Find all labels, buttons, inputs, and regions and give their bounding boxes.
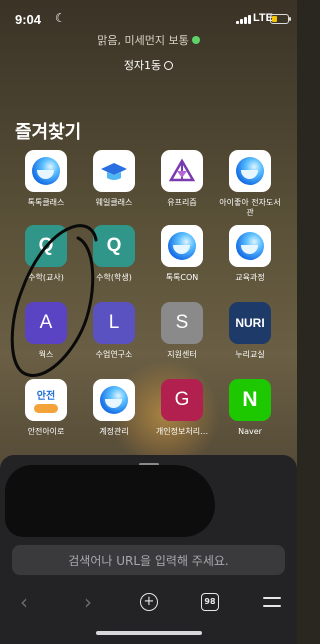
- favorite-works[interactable]: A 웍스: [14, 302, 78, 360]
- graduation-cap-icon: [93, 150, 135, 192]
- swirl-icon: [161, 225, 203, 267]
- favorite-label: 지원센터: [167, 350, 197, 359]
- favorite-label: 유프리즘: [167, 198, 197, 207]
- favorites-title: 즐겨찾기: [15, 122, 82, 143]
- prism-icon: [161, 150, 203, 192]
- nuri-icon: NURI: [229, 302, 271, 344]
- favorite-label: 웍스: [38, 350, 54, 359]
- browser-toolbar: ‹ › + 98: [0, 587, 297, 617]
- tab-count: 98: [201, 593, 219, 611]
- home-indicator[interactable]: [96, 631, 202, 635]
- favorite-label: 톡톡클래스: [27, 198, 65, 207]
- favorite-label: 계정관리: [99, 427, 129, 436]
- swirl-icon: [229, 225, 271, 267]
- location-label: 정자1동: [123, 59, 162, 72]
- battery-icon: [270, 14, 291, 24]
- redacted-scribble: [5, 465, 215, 537]
- favorite-label: 개인정보처리…: [155, 427, 209, 436]
- swirl-icon: [229, 150, 271, 192]
- status-time: 9:04: [15, 12, 42, 27]
- battery-level: [272, 16, 277, 22]
- favorite-account-manage[interactable]: 계정관리: [82, 379, 146, 437]
- recent-tabs-area: [0, 455, 297, 537]
- favorite-math-student[interactable]: Q 수학(학생): [82, 225, 146, 283]
- favorite-label: 수학(학생): [96, 273, 132, 282]
- forward-chevron-icon[interactable]: ›: [78, 587, 98, 617]
- favorite-lesson-lab[interactable]: L 수업연구소: [82, 302, 146, 360]
- favorite-safety-iro[interactable]: 안전 안전아이로: [14, 379, 78, 437]
- favorite-whale-class[interactable]: 웨일클래스: [82, 150, 146, 208]
- favorite-privacy-policy[interactable]: G 개인정보처리…: [150, 379, 214, 437]
- swirl-icon: [25, 150, 67, 192]
- url-placeholder: 검색어나 URL을 입력해 주세요.: [68, 553, 229, 568]
- g-icon: G: [161, 379, 203, 421]
- favorite-label: 누리교실: [235, 350, 265, 359]
- q-icon: Q: [93, 225, 135, 267]
- favorite-math-teacher[interactable]: Q 수학(교사): [14, 225, 78, 283]
- a-icon: A: [25, 302, 67, 344]
- menu-icon[interactable]: [262, 587, 282, 617]
- s-icon: S: [161, 302, 203, 344]
- location-button[interactable]: 정자1동: [0, 57, 297, 73]
- back-chevron-icon[interactable]: ‹: [14, 587, 34, 617]
- favorite-label: 웨일클래스: [95, 198, 133, 207]
- status-ok-icon: [191, 36, 200, 44]
- favorite-tocktock-class[interactable]: 톡톡클래스: [14, 150, 78, 208]
- q-icon: Q: [25, 225, 67, 267]
- favorite-label: 안전아이로: [27, 427, 65, 436]
- favorite-label: 수업연구소: [95, 350, 133, 359]
- location-target-icon: [164, 61, 174, 70]
- weather-status: 맑음, 미세먼지 보통: [0, 32, 297, 48]
- favorite-support-center[interactable]: S 지원센터: [150, 302, 214, 360]
- favorite-nuri-class[interactable]: NURI 누리교실: [218, 302, 282, 360]
- focus-moon-icon: ☾: [55, 11, 66, 25]
- url-search-input[interactable]: 검색어나 URL을 입력해 주세요.: [12, 545, 285, 575]
- cellular-signal-icon: [236, 14, 251, 24]
- favorite-uprism[interactable]: 유프리즘: [150, 150, 214, 208]
- favorite-tocktock-con[interactable]: 톡톡CON: [150, 225, 214, 283]
- favorite-label: 아이좋아 전자도서관: [219, 198, 281, 217]
- new-tab-button[interactable]: +: [139, 587, 159, 617]
- browser-sheet: 검색어나 URL을 입력해 주세요. ‹ › + 98: [0, 455, 297, 644]
- favorite-label: 교육과정: [235, 273, 265, 282]
- plus-icon: +: [140, 593, 158, 611]
- weather-status-text: 맑음, 미세먼지 보통: [97, 34, 189, 47]
- favorite-naver[interactable]: N Naver: [218, 379, 282, 437]
- favorite-curriculum[interactable]: 교육과정: [218, 225, 282, 283]
- tabs-button[interactable]: 98: [200, 587, 220, 617]
- naver-icon: N: [229, 379, 271, 421]
- favorite-label: Naver: [238, 427, 262, 436]
- swirl-icon: [93, 379, 135, 421]
- favorite-ebook-library[interactable]: 아이좋아 전자도서관: [218, 150, 282, 218]
- safety-icon: 안전: [25, 379, 67, 421]
- safety-icon-text: 안전: [36, 391, 56, 402]
- l-icon: L: [93, 302, 135, 344]
- favorite-label: 수학(교사): [28, 273, 64, 282]
- favorite-label: 톡톡CON: [165, 273, 199, 282]
